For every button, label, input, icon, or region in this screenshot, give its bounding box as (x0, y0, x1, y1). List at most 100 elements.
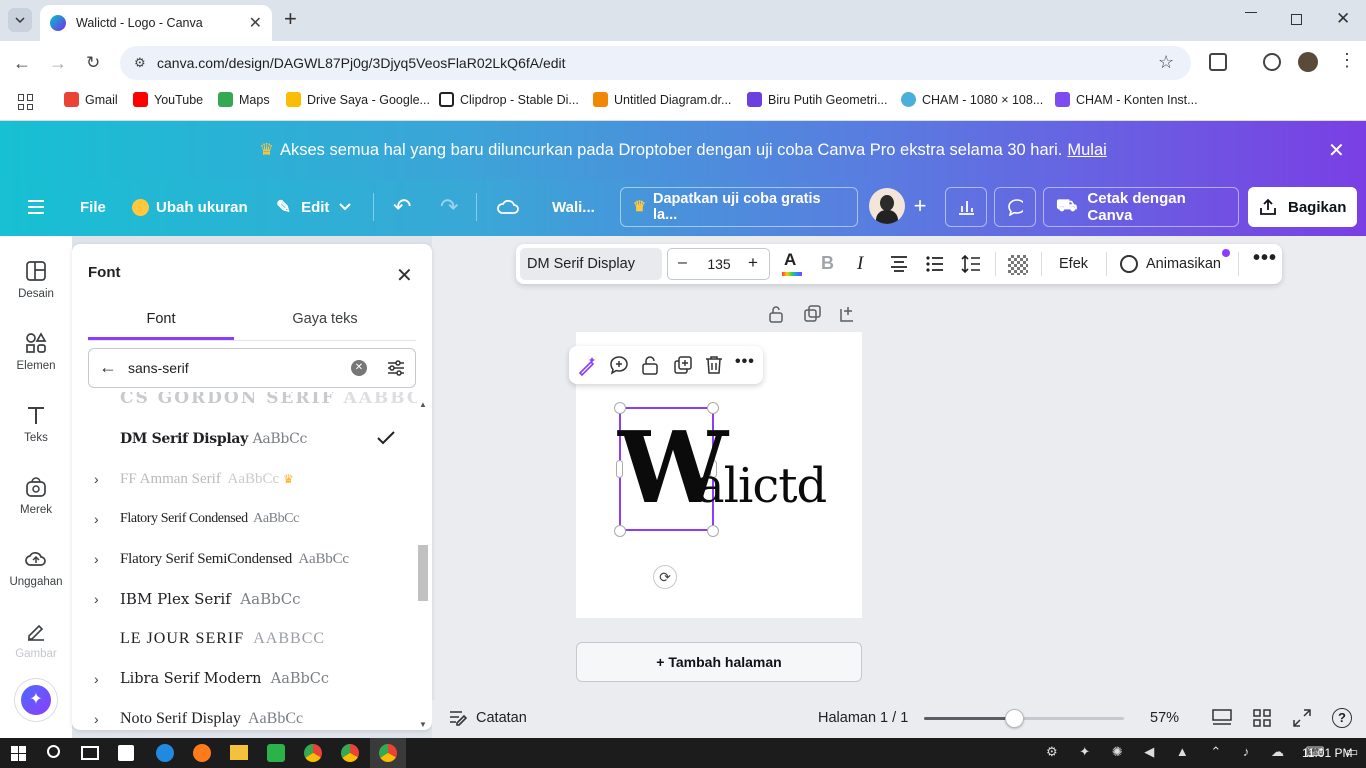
zoom-slider-thumb[interactable] (1005, 709, 1024, 728)
search-icon[interactable] (47, 745, 60, 758)
font-search-input[interactable]: ← sans-serif ✕ (88, 348, 416, 388)
font-list-scrollbar[interactable]: ▲ ▼ (418, 400, 428, 730)
font-row[interactable]: LE JOUR SERIF AABBCC (72, 620, 412, 658)
align-center-icon[interactable] (890, 256, 908, 272)
store-icon[interactable] (118, 745, 134, 761)
design-title[interactable]: Wali... (552, 187, 595, 227)
font-size-value[interactable]: 135 (703, 256, 735, 272)
menu-kebab-icon[interactable]: ⋮ (1338, 51, 1356, 69)
filter-sliders-icon[interactable] (386, 359, 406, 377)
bookmark-drive[interactable]: Drive Saya - Google... (286, 92, 430, 107)
panel-close-icon[interactable]: ✕ (396, 263, 413, 288)
chrome-icon[interactable] (341, 744, 359, 762)
page-indicator[interactable]: Halaman 1 / 1 (818, 710, 908, 726)
undo-icon[interactable]: ↶ (393, 187, 411, 227)
comment-add-icon[interactable] (609, 355, 629, 375)
grid-view-icon[interactable] (1253, 709, 1271, 727)
chevron-right-icon[interactable]: › (94, 671, 99, 687)
file-explorer-icon[interactable] (230, 745, 248, 760)
new-tab-button[interactable]: + (284, 8, 297, 30)
logo-text-rest[interactable]: alictd (696, 458, 827, 514)
sidebar-item-teks[interactable]: Teks (0, 404, 72, 444)
bookmark-biru-putih[interactable]: Biru Putih Geometri... (747, 92, 888, 107)
bookmark-drawio[interactable]: Untitled Diagram.dr... (593, 92, 731, 107)
more-options-icon[interactable]: ••• (1253, 247, 1277, 270)
bookmark-maps[interactable]: Maps (218, 92, 270, 107)
chevron-right-icon[interactable]: › (94, 471, 99, 487)
rotate-handle-icon[interactable]: ⟳ (653, 565, 677, 589)
back-arrow-icon[interactable]: ← (99, 358, 117, 376)
chrome-icon[interactable] (304, 744, 322, 762)
transparency-icon[interactable] (1008, 255, 1028, 275)
page-view-icon[interactable] (1212, 709, 1232, 727)
trash-icon[interactable] (705, 355, 723, 375)
duplicate-icon[interactable] (673, 355, 693, 375)
restore-button[interactable] (1291, 14, 1302, 25)
edge-icon[interactable] (156, 744, 174, 762)
list-bullets-icon[interactable] (926, 256, 944, 272)
notes-button[interactable]: Catatan (448, 709, 527, 727)
profile-avatar[interactable] (1298, 52, 1318, 72)
site-info-icon[interactable]: ⚙ (134, 55, 146, 71)
task-view-icon[interactable] (81, 746, 99, 760)
decrease-size-button[interactable]: – (678, 254, 687, 272)
font-row-selected[interactable]: DM Serif Display AaBbCc (72, 420, 412, 458)
promo-link[interactable]: Mulai (1067, 141, 1106, 160)
collaborator-avatar[interactable] (869, 188, 905, 224)
window-close-button[interactable]: ✕ (1336, 9, 1350, 29)
browser-tab[interactable]: Walictd - Logo - Canva ✕ (40, 5, 272, 41)
edit-menu[interactable]: ✎ Edit (276, 187, 352, 227)
extensions-icon[interactable] (1209, 53, 1227, 71)
magic-edit-icon[interactable] (577, 356, 597, 376)
font-row[interactable]: › Flatory Serif SemiCondensed AaBbCc (72, 540, 412, 578)
bookmark-cham-1[interactable]: CHAM - 1080 × 108... (901, 92, 1043, 107)
active-app-highlight[interactable] (370, 738, 406, 768)
increase-size-button[interactable]: + (748, 253, 758, 273)
bookmark-star-icon[interactable]: ☆ (1158, 52, 1174, 73)
resize-handle[interactable] (707, 525, 719, 537)
clock-time[interactable]: 11:01 PM (1302, 746, 1352, 760)
main-menu-button[interactable] (26, 187, 46, 227)
chevron-right-icon[interactable]: › (94, 711, 99, 727)
resize-handle[interactable] (614, 525, 626, 537)
lock-page-icon[interactable] (767, 305, 785, 323)
redo-icon[interactable]: ↷ (440, 187, 458, 227)
magic-assistant-button[interactable]: ✦ (14, 678, 58, 722)
forward-icon[interactable]: → (49, 53, 67, 74)
animate-button[interactable]: Animasikan (1146, 256, 1221, 272)
font-row[interactable]: › IBM Plex Serif AaBbCc (72, 580, 412, 618)
tab-font[interactable]: Font (88, 306, 234, 340)
bookmark-clipdrop[interactable]: Clipdrop - Stable Di... (439, 92, 579, 107)
firefox-icon[interactable] (193, 744, 211, 762)
file-menu[interactable]: File (80, 187, 106, 227)
address-bar[interactable]: ⚙ canva.com/design/DAGWL87Pj0g/3Djyq5Veo… (120, 46, 1191, 80)
tab-gaya-teks[interactable]: Gaya teks (252, 306, 398, 340)
effects-button[interactable]: Efek (1059, 256, 1088, 272)
sidebar-item-unggahan[interactable]: Unggahan (0, 548, 72, 588)
text-color-button[interactable]: A (780, 250, 802, 278)
add-collaborator-button[interactable]: + (904, 188, 936, 224)
windows-start-icon[interactable] (11, 746, 26, 761)
font-family-dropdown[interactable]: DM Serif Display (520, 248, 662, 280)
cloud-save-icon[interactable] (497, 187, 519, 227)
more-options-icon[interactable]: ••• (735, 353, 755, 371)
scrollbar-thumb[interactable] (418, 545, 428, 601)
chevron-right-icon[interactable]: › (94, 591, 99, 607)
italic-button[interactable]: I (857, 253, 863, 275)
zoom-value[interactable]: 57% (1150, 710, 1179, 726)
fullscreen-icon[interactable] (1293, 709, 1311, 727)
tab-search-button[interactable] (8, 8, 32, 32)
promo-close-icon[interactable]: ✕ (1328, 138, 1345, 163)
sidebar-item-merek[interactable]: Merek (0, 476, 72, 516)
bookmark-cham-2[interactable]: CHAM - Konten Inst... (1055, 92, 1198, 107)
apps-grid-icon[interactable] (18, 94, 34, 110)
share-button[interactable]: Bagikan (1248, 187, 1357, 227)
chevron-right-icon[interactable]: › (94, 551, 99, 567)
sheets-app-icon[interactable] (267, 744, 285, 762)
font-row[interactable]: › Noto Serif Display AaBbCc (72, 700, 412, 730)
bookmark-gmail[interactable]: Gmail (64, 92, 118, 107)
back-icon[interactable]: ← (13, 53, 31, 74)
help-icon[interactable]: ? (1332, 708, 1352, 728)
add-page-icon[interactable] (839, 305, 857, 323)
print-button[interactable]: ⛟ Cetak dengan Canva (1043, 187, 1239, 227)
